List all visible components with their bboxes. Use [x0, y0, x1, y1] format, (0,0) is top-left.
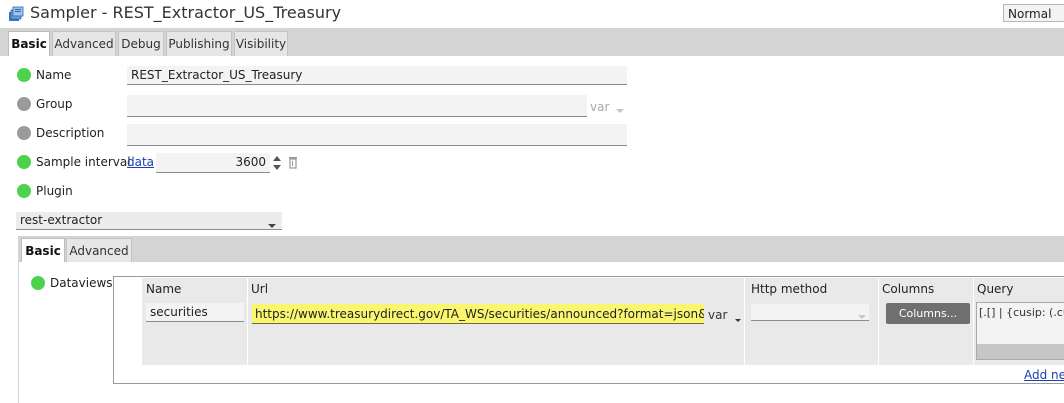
name-field[interactable]: REST_Extractor_US_Treasury: [127, 66, 627, 85]
name-status-icon: [17, 68, 31, 82]
sample-interval-status-icon: [17, 155, 31, 169]
group-label: Group: [36, 97, 73, 111]
inner-panel-border: [18, 262, 19, 403]
header-http-method: Http method: [751, 282, 828, 296]
tab-visibility[interactable]: Visibility: [234, 31, 288, 56]
tab-publishing[interactable]: Publishing: [166, 31, 232, 56]
plugin-tab-strip: Basic Advanced: [18, 236, 1064, 262]
plugin-label: Plugin: [36, 184, 73, 198]
http-method-select[interactable]: [751, 304, 869, 321]
sample-interval-label: Sample interval: [36, 155, 131, 169]
chevron-down-icon[interactable]: [858, 309, 866, 323]
query-scrollbar[interactable]: [977, 344, 1064, 359]
trash-icon[interactable]: [288, 156, 298, 172]
tab-advanced[interactable]: Advanced: [52, 31, 116, 56]
columns-button[interactable]: Columns...: [886, 303, 970, 324]
tab-basic[interactable]: Basic: [8, 31, 50, 56]
chevron-down-icon[interactable]: [268, 218, 276, 232]
plugin-select[interactable]: rest-extractor: [16, 212, 282, 230]
header-columns: Columns: [882, 282, 935, 296]
dataviews-label: Dataviews: [50, 276, 113, 290]
tab-strip: Basic Advanced Debug Publishing Visibili…: [0, 28, 1064, 56]
inner-tab-basic[interactable]: Basic: [21, 238, 65, 262]
group-field[interactable]: [127, 95, 587, 117]
plugin-status-icon: [17, 184, 31, 198]
chevron-down-icon[interactable]: [616, 103, 624, 117]
sample-interval-field[interactable]: 3600: [156, 153, 270, 173]
sampler-icon: [8, 6, 24, 22]
mode-dropdown[interactable]: Normal: [1003, 4, 1064, 22]
chevron-down-icon[interactable]: [735, 312, 741, 326]
dataview-name-field[interactable]: securities: [146, 303, 244, 322]
spinner-icon[interactable]: [270, 154, 284, 175]
dataview-url-field[interactable]: https://www.treasurydirect.gov/TA_WS/sec…: [252, 304, 704, 324]
sample-interval-data-link[interactable]: data: [127, 155, 154, 169]
description-field[interactable]: [127, 124, 627, 146]
group-var-label: var: [590, 100, 610, 114]
name-label: Name: [36, 68, 72, 82]
window-title: Sampler - REST_Extractor_US_Treasury: [30, 3, 342, 22]
header-query: Query: [977, 282, 1014, 296]
dataviews-status-icon: [31, 276, 45, 290]
header-url: Url: [251, 282, 269, 296]
inner-tab-advanced[interactable]: Advanced: [66, 238, 132, 262]
tab-debug[interactable]: Debug: [118, 31, 164, 56]
url-var-label[interactable]: var: [708, 308, 727, 322]
description-label: Description: [36, 126, 105, 140]
query-text: [.[] | {cusip: (.cus: [979, 306, 1064, 319]
group-status-icon: [17, 97, 31, 111]
description-status-icon: [17, 126, 31, 140]
add-new-link[interactable]: Add nev: [1024, 368, 1064, 382]
header-name: Name: [146, 282, 182, 296]
